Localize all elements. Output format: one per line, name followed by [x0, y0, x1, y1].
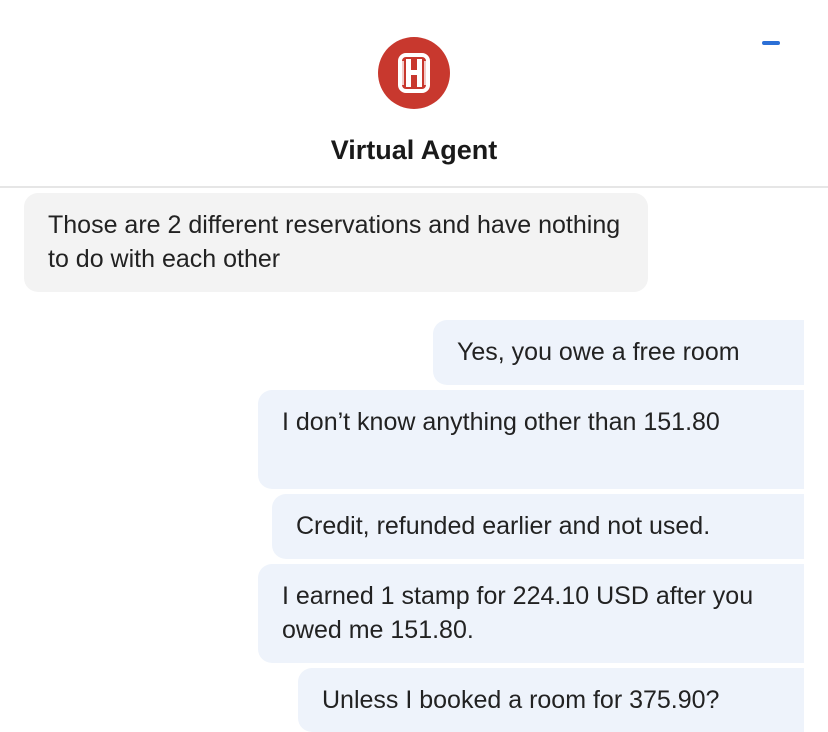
user-message: Credit, refunded earlier and not used.: [272, 494, 804, 559]
user-message: Unless I booked a room for 375.90?: [298, 668, 804, 732]
chat-title: Virtual Agent: [330, 135, 498, 165]
hotel-logo-icon: [378, 37, 450, 109]
agent-message: Those are 2 different reservations and h…: [24, 193, 648, 292]
minimize-icon[interactable]: [762, 41, 780, 45]
user-message: Yes, you owe a free room: [433, 320, 804, 385]
user-message: I earned 1 stamp for 224.10 USD after yo…: [258, 564, 804, 663]
chat-header: Virtual Agent: [0, 0, 828, 188]
user-message: I don’t know anything other than 151.80: [258, 390, 804, 489]
